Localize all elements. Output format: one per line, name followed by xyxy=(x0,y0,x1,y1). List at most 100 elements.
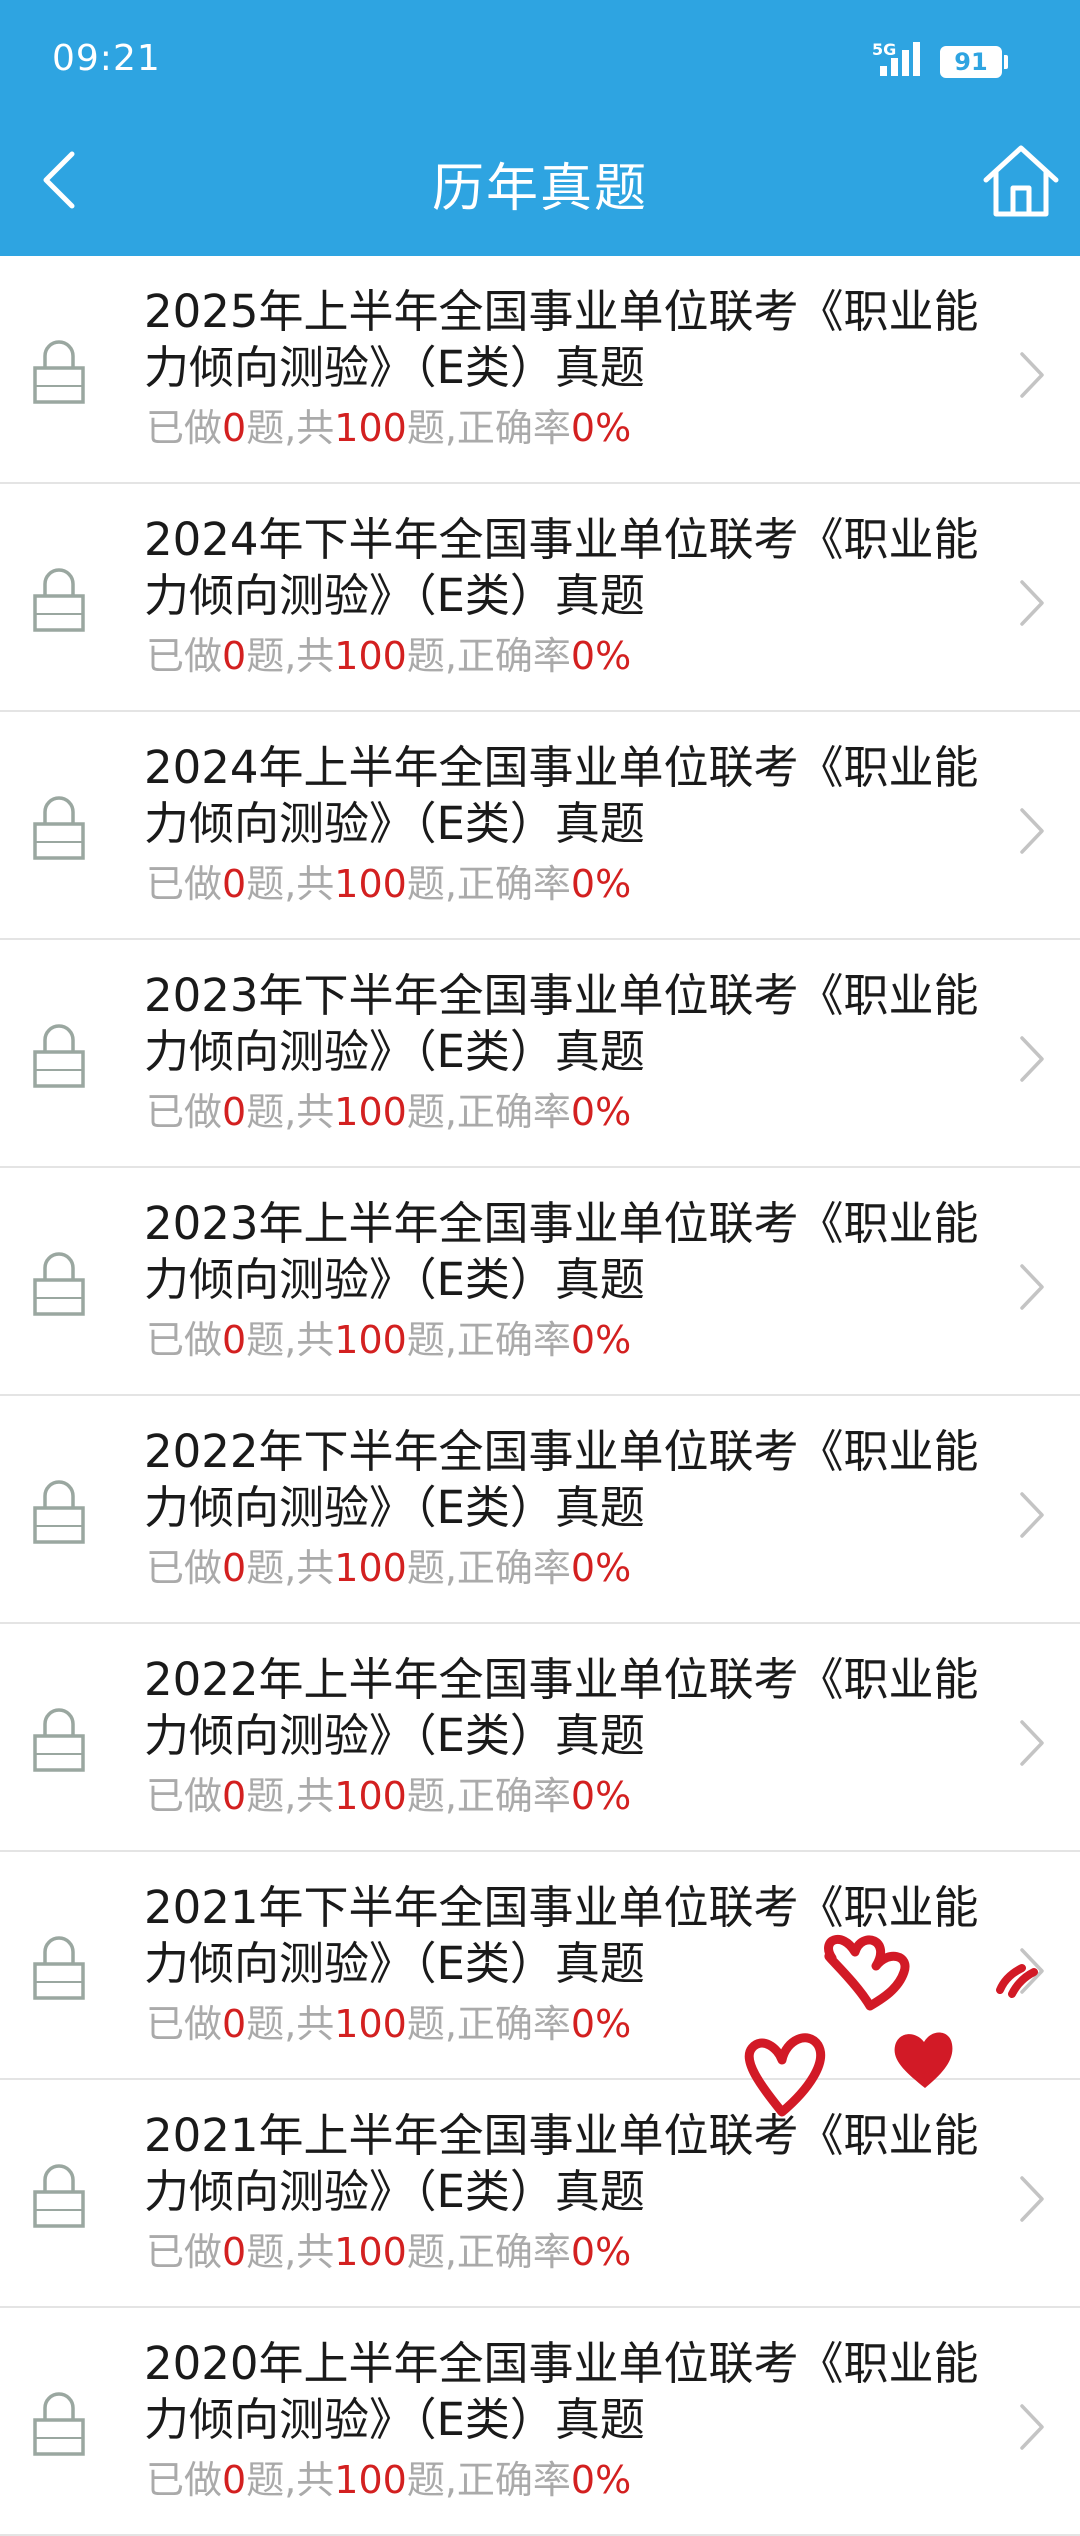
stat-accuracy: 0% xyxy=(570,1318,632,1362)
stat-accuracy: 0% xyxy=(570,1774,632,1818)
item-stats: 已做0题,共100题,正确率0% xyxy=(146,2458,631,2502)
stat-total-count: 100 xyxy=(334,862,407,906)
stat-total-count: 100 xyxy=(334,1318,407,1362)
stat-total-label: 题,共 xyxy=(246,862,335,906)
stat-total-label: 题,共 xyxy=(246,2458,335,2502)
stat-accuracy: 0% xyxy=(570,2458,632,2502)
list-item-1[interactable]: 2025年上半年全国事业单位联考《职业能力倾向测验》（E类）真题 已做0题,共1… xyxy=(0,256,1080,484)
stat-done-label: 已做 xyxy=(146,1774,223,1818)
chevron-right-icon xyxy=(1020,1948,1044,1994)
stat-done-label: 已做 xyxy=(146,1546,223,1590)
stat-done-count: 0 xyxy=(222,2002,247,2046)
home-icon xyxy=(983,145,1059,217)
item-stats: 已做0题,共100题,正确率0% xyxy=(146,1546,631,1590)
list-item-10[interactable]: 2020年上半年全国事业单位联考《职业能力倾向测验》（E类）真题 已做0题,共1… xyxy=(0,2308,1080,2536)
stat-total-label: 题,共 xyxy=(246,2230,335,2274)
item-title: 2020年上半年全国事业单位联考《职业能力倾向测验》（E类）真题 xyxy=(144,2337,979,2446)
lock-icon xyxy=(33,1024,85,1088)
stat-accuracy: 0% xyxy=(570,634,632,678)
stat-done-label: 已做 xyxy=(146,1090,223,1134)
home-button[interactable] xyxy=(980,140,1062,222)
item-stats: 已做0题,共100题,正确率0% xyxy=(146,862,631,906)
item-title: 2021年下半年全国事业单位联考《职业能力倾向测验》（E类）真题 xyxy=(144,1881,979,1990)
item-title: 2025年上半年全国事业单位联考《职业能力倾向测验》（E类）真题 xyxy=(144,285,979,394)
stat-done-label: 已做 xyxy=(146,2002,223,2046)
item-title: 2021年上半年全国事业单位联考《职业能力倾向测验》（E类）真题 xyxy=(144,2109,979,2218)
lock-icon xyxy=(33,1936,85,2000)
chevron-right-icon xyxy=(1020,2176,1044,2222)
stat-done-count: 0 xyxy=(222,862,247,906)
lock-icon xyxy=(33,568,85,632)
stat-done-label: 已做 xyxy=(146,2458,223,2502)
stat-total-label: 题,共 xyxy=(246,634,335,678)
chevron-right-icon xyxy=(1020,1492,1044,1538)
stat-done-label: 已做 xyxy=(146,406,223,450)
stat-done-label: 已做 xyxy=(146,634,223,678)
list-item-6[interactable]: 2022年下半年全国事业单位联考《职业能力倾向测验》（E类）真题 已做0题,共1… xyxy=(0,1396,1080,1624)
exam-list: 2025年上半年全国事业单位联考《职业能力倾向测验》（E类）真题 已做0题,共1… xyxy=(0,256,1080,2536)
stat-rate-label: 题,正确率 xyxy=(406,2230,571,2274)
stat-done-count: 0 xyxy=(222,1774,247,1818)
stat-accuracy: 0% xyxy=(570,2002,632,2046)
stat-done-label: 已做 xyxy=(146,862,223,906)
stat-total-label: 题,共 xyxy=(246,1774,335,1818)
app-header: 09:21 5G 91 历年真题 xyxy=(0,0,1080,256)
stat-total-count: 100 xyxy=(334,634,407,678)
stat-total-label: 题,共 xyxy=(246,1546,335,1590)
stat-done-count: 0 xyxy=(222,2230,247,2274)
signal-strength-icon xyxy=(880,42,920,76)
item-stats: 已做0题,共100题,正确率0% xyxy=(146,2230,631,2274)
page-title: 历年真题 xyxy=(431,159,648,219)
stat-rate-label: 题,正确率 xyxy=(406,1546,571,1590)
stat-total-count: 100 xyxy=(334,1546,407,1590)
stat-done-count: 0 xyxy=(222,1546,247,1590)
list-item-7[interactable]: 2022年上半年全国事业单位联考《职业能力倾向测验》（E类）真题 已做0题,共1… xyxy=(0,1624,1080,1852)
list-item-4[interactable]: 2023年下半年全国事业单位联考《职业能力倾向测验》（E类）真题 已做0题,共1… xyxy=(0,940,1080,1168)
stat-rate-label: 题,正确率 xyxy=(406,1774,571,1818)
stat-rate-label: 题,正确率 xyxy=(406,2458,571,2502)
status-bar: 09:21 5G 91 xyxy=(0,0,1080,120)
battery-tip xyxy=(1004,55,1008,69)
item-stats: 已做0题,共100题,正确率0% xyxy=(146,1774,631,1818)
stat-rate-label: 题,正确率 xyxy=(406,2002,571,2046)
battery-icon: 91 xyxy=(940,46,1002,78)
stat-done-count: 0 xyxy=(222,406,247,450)
item-title: 2023年上半年全国事业单位联考《职业能力倾向测验》（E类）真题 xyxy=(144,1197,979,1306)
item-title: 2022年下半年全国事业单位联考《职业能力倾向测验》（E类）真题 xyxy=(144,1425,979,1534)
item-title: 2022年上半年全国事业单位联考《职业能力倾向测验》（E类）真题 xyxy=(144,1653,979,1762)
chevron-right-icon xyxy=(1020,352,1044,398)
stat-rate-label: 题,正确率 xyxy=(406,634,571,678)
stat-total-count: 100 xyxy=(334,1774,407,1818)
lock-icon xyxy=(33,796,85,860)
stat-done-count: 0 xyxy=(222,1090,247,1134)
stat-total-label: 题,共 xyxy=(246,1090,335,1134)
list-item-9[interactable]: 2021年上半年全国事业单位联考《职业能力倾向测验》（E类）真题 已做0题,共1… xyxy=(0,2080,1080,2308)
stat-total-count: 100 xyxy=(334,1090,407,1134)
stat-accuracy: 0% xyxy=(570,1090,632,1134)
item-title: 2023年下半年全国事业单位联考《职业能力倾向测验》（E类）真题 xyxy=(144,969,979,1078)
list-item-2[interactable]: 2024年下半年全国事业单位联考《职业能力倾向测验》（E类）真题 已做0题,共1… xyxy=(0,484,1080,712)
list-item-8[interactable]: 2021年下半年全国事业单位联考《职业能力倾向测验》（E类）真题 已做0题,共1… xyxy=(0,1852,1080,2080)
list-item-5[interactable]: 2023年上半年全国事业单位联考《职业能力倾向测验》（E类）真题 已做0题,共1… xyxy=(0,1168,1080,1396)
stat-done-count: 0 xyxy=(222,2458,247,2502)
chevron-right-icon xyxy=(1020,2404,1044,2450)
lock-icon xyxy=(33,1480,85,1544)
stat-done-label: 已做 xyxy=(146,2230,223,2274)
item-title: 2024年下半年全国事业单位联考《职业能力倾向测验》（E类）真题 xyxy=(144,513,979,622)
list-item-3[interactable]: 2024年上半年全国事业单位联考《职业能力倾向测验》（E类）真题 已做0题,共1… xyxy=(0,712,1080,940)
stat-total-count: 100 xyxy=(334,2230,407,2274)
stat-done-count: 0 xyxy=(222,634,247,678)
chevron-right-icon xyxy=(1020,1036,1044,1082)
stat-accuracy: 0% xyxy=(570,1546,632,1590)
item-stats: 已做0题,共100题,正确率0% xyxy=(146,1090,631,1134)
stat-done-label: 已做 xyxy=(146,1318,223,1362)
item-title: 2024年上半年全国事业单位联考《职业能力倾向测验》（E类）真题 xyxy=(144,741,979,850)
stat-accuracy: 0% xyxy=(570,2230,632,2274)
stat-total-label: 题,共 xyxy=(246,1318,335,1362)
lock-icon xyxy=(33,1252,85,1316)
stat-rate-label: 题,正确率 xyxy=(406,406,571,450)
lock-icon xyxy=(33,2392,85,2456)
stat-total-label: 题,共 xyxy=(246,2002,335,2046)
stat-total-label: 题,共 xyxy=(246,406,335,450)
lock-icon xyxy=(33,340,85,404)
